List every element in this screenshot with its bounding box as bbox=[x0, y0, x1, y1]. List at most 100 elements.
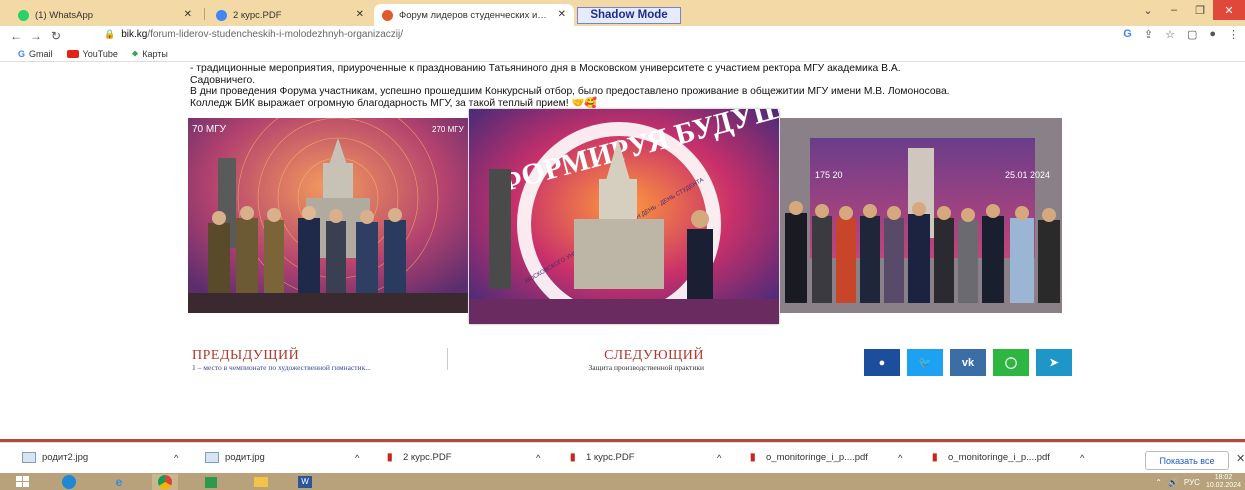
chevron-up-icon[interactable]: ^ bbox=[355, 453, 359, 464]
twitter-share-button[interactable]: 🐦 bbox=[907, 349, 943, 376]
bookmark-star-icon[interactable]: ☆ bbox=[1165, 28, 1175, 41]
bookmark-maps[interactable]: ⬥ Карты bbox=[132, 48, 168, 59]
pdf-file-icon: ▮ bbox=[750, 452, 756, 463]
maps-icon: ⬥ bbox=[131, 48, 139, 58]
language-indicator[interactable]: РУС bbox=[1184, 478, 1200, 487]
tab-bar: (1) WhatsApp ✕ 2 курс.PDF ✕ Форум лидеро… bbox=[0, 0, 1245, 26]
close-tab-icon[interactable]: ✕ bbox=[356, 9, 364, 20]
bookmarks-bar: G Gmail YouTube ⬥ Карты bbox=[0, 46, 1245, 62]
pdf-file-icon: ▮ bbox=[570, 452, 576, 463]
download-item[interactable]: родит2.jpg bbox=[22, 452, 88, 463]
menu-icon[interactable]: ⋮ bbox=[1228, 28, 1239, 41]
windows-start-icon[interactable] bbox=[10, 474, 36, 490]
whatsapp-share-button[interactable]: ◯ bbox=[993, 349, 1029, 376]
article-line: Садовничего. bbox=[190, 74, 256, 86]
close-icon[interactable]: ✕ bbox=[1236, 452, 1245, 465]
clock[interactable]: 18:02 10.02.2024 bbox=[1206, 474, 1241, 490]
vk-icon: vk bbox=[961, 356, 975, 369]
close-window-icon[interactable]: ✕ bbox=[1213, 0, 1245, 20]
prev-title: ПРЕДЫДУЩИЙ bbox=[192, 348, 300, 363]
bookmark-youtube[interactable]: YouTube bbox=[66, 49, 118, 59]
next-post-link[interactable]: СЛЕДУЮЩИЙ Защита производственной практи… bbox=[534, 348, 704, 372]
next-title: СЛЕДУЮЩИЙ bbox=[604, 348, 704, 363]
share-page-icon[interactable]: ⇪ bbox=[1144, 28, 1153, 41]
word-icon[interactable]: W bbox=[292, 474, 318, 490]
gmail-icon: G bbox=[18, 48, 26, 59]
tab-pdf[interactable]: 2 курс.PDF ✕ bbox=[208, 4, 372, 26]
tab-label: (1) WhatsApp bbox=[35, 9, 94, 21]
reload-icon[interactable]: ↻ bbox=[46, 29, 66, 43]
whatsapp-icon bbox=[18, 9, 29, 21]
article-text: - традиционные мероприятия, приуроченные… bbox=[190, 63, 1070, 109]
tab-label: Форум лидеров студенческих и… bbox=[399, 9, 547, 21]
chrome-icon bbox=[216, 9, 227, 21]
facebook-icon: ● bbox=[878, 356, 886, 369]
chevron-up-icon[interactable]: ^ bbox=[174, 453, 178, 464]
photo-center-portrait[interactable]: ФОРМИРУЯ БУДУЩ МОСКОВСКОГО УНИВЕРСИТЕТА … bbox=[469, 109, 779, 324]
taskbar: e W ⌃ 🔊 РУС 18:02 10.02.2024 bbox=[0, 473, 1245, 490]
address-bar: ← → ↻ 🔒 bik.kg/forum-liderov-studencheski… bbox=[0, 26, 1245, 46]
image-file-icon bbox=[22, 452, 36, 463]
photo-year-left: 175 20 bbox=[815, 170, 843, 180]
prev-subtitle: 1 – место в чемпионате по художественной… bbox=[192, 363, 371, 372]
sidebar-icon[interactable]: ▢ bbox=[1187, 28, 1197, 41]
edge-icon[interactable] bbox=[56, 474, 82, 490]
chevron-up-icon[interactable]: ^ bbox=[898, 453, 902, 464]
pdf-file-icon: ▮ bbox=[387, 452, 393, 463]
download-item[interactable]: ▮ 2 курс.PDF bbox=[387, 452, 452, 463]
shadow-mode-badge[interactable]: Shadow Mode bbox=[577, 7, 681, 24]
minimize-icon[interactable]: – bbox=[1161, 0, 1187, 20]
vk-share-button[interactable]: vk bbox=[950, 349, 986, 376]
folder-icon[interactable] bbox=[248, 474, 274, 490]
url-field[interactable]: 🔒 bik.kg/forum-liderov-studencheskih-i-mo… bbox=[104, 29, 403, 40]
article-line: - традиционные мероприятия, приуроченные… bbox=[190, 63, 901, 74]
profile-icon[interactable]: ● bbox=[1209, 28, 1216, 41]
bookmark-gmail[interactable]: G Gmail bbox=[18, 49, 53, 59]
chevron-up-icon[interactable]: ^ bbox=[1080, 453, 1084, 464]
article-line: В дни проведения Форума участникам, успе… bbox=[190, 86, 950, 97]
forward-arrow-icon[interactable]: → bbox=[26, 29, 46, 43]
facebook-share-button[interactable]: ● bbox=[864, 349, 900, 376]
tab-label: 2 курс.PDF bbox=[233, 9, 282, 21]
site-icon bbox=[382, 9, 393, 21]
back-arrow-icon[interactable]: ← bbox=[6, 29, 26, 43]
photo-group-left[interactable]: 70 МГУ 270 МГУ bbox=[188, 118, 468, 313]
twitter-icon: 🐦 bbox=[918, 357, 932, 369]
close-tab-icon[interactable]: ✕ bbox=[184, 9, 192, 20]
whatsapp-icon: ◯ bbox=[1004, 357, 1018, 369]
youtube-icon bbox=[66, 49, 79, 58]
chevron-up-icon[interactable]: ^ bbox=[536, 453, 540, 464]
telegram-share-button[interactable]: ➤ bbox=[1036, 349, 1072, 376]
pdf-file-icon: ▮ bbox=[932, 452, 938, 463]
maximize-icon[interactable]: ❐ bbox=[1187, 0, 1213, 20]
download-item[interactable]: родит.jpg bbox=[205, 452, 265, 463]
chevron-down-icon[interactable]: ⌄ bbox=[1135, 0, 1161, 20]
telegram-icon: ➤ bbox=[1049, 357, 1059, 369]
ie-icon[interactable]: e bbox=[106, 474, 132, 490]
google-icon[interactable]: G bbox=[1123, 28, 1132, 41]
emoji-icon: 🤝🥰 bbox=[571, 97, 598, 109]
download-item[interactable]: ▮ o_monitoringe_i_p....pdf bbox=[750, 452, 868, 463]
download-item[interactable]: ▮ 1 курс.PDF bbox=[570, 452, 635, 463]
download-bar: родит2.jpg ^ родит.jpg ^ ▮ 2 курс.PDF ^ ▮… bbox=[0, 442, 1245, 473]
photo-badge-right: 270 МГУ bbox=[432, 125, 465, 134]
volume-icon[interactable]: 🔊 bbox=[1168, 478, 1178, 487]
next-subtitle: Защита производственной практики bbox=[588, 363, 704, 372]
store-icon[interactable] bbox=[198, 474, 224, 490]
photo-badge-left: 70 МГУ bbox=[192, 124, 227, 135]
image-file-icon bbox=[205, 452, 219, 463]
network-icon[interactable]: ⌃ bbox=[1155, 478, 1162, 487]
close-tab-icon[interactable]: ✕ bbox=[558, 9, 566, 20]
prev-post-link[interactable]: ПРЕДЫДУЩИЙ 1 – место в чемпионате по худ… bbox=[192, 348, 448, 372]
lock-icon: 🔒 bbox=[104, 29, 116, 39]
tab-whatsapp[interactable]: (1) WhatsApp ✕ bbox=[10, 4, 200, 26]
tab-forum[interactable]: Форум лидеров студенческих и… ✕ bbox=[374, 4, 574, 26]
show-all-button[interactable]: Показать все bbox=[1145, 451, 1229, 470]
window-controls: ⌄ – ❐ ✕ bbox=[1135, 0, 1245, 20]
article-line: Колледж БИК выражает огромную благодарно… bbox=[190, 97, 598, 109]
chevron-up-icon[interactable]: ^ bbox=[717, 453, 721, 464]
photo-group-right[interactable]: 175 20 25.01 2024 bbox=[780, 118, 1062, 313]
chrome-icon[interactable] bbox=[152, 474, 178, 490]
system-tray: ⌃ 🔊 РУС 18:02 10.02.2024 bbox=[1155, 474, 1241, 490]
download-item[interactable]: ▮ o_monitoringe_i_p....pdf bbox=[932, 452, 1050, 463]
